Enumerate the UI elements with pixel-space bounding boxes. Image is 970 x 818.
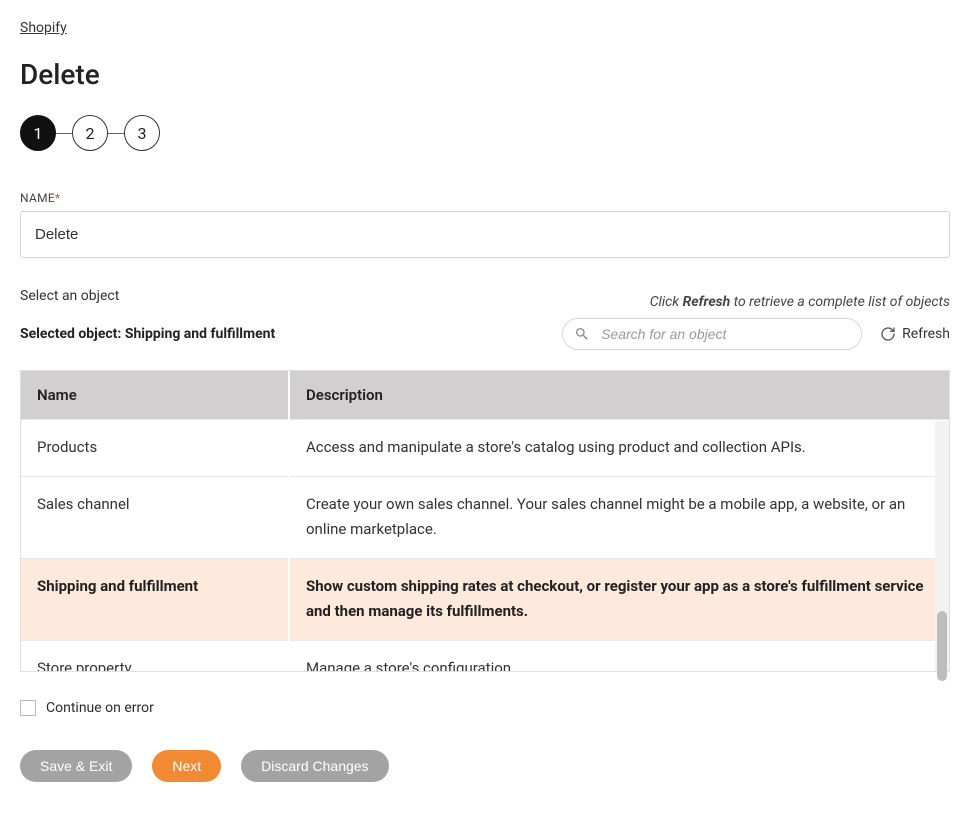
search-icon bbox=[574, 326, 590, 342]
refresh-button[interactable]: Refresh bbox=[880, 326, 950, 342]
select-object-label: Select an object bbox=[20, 288, 119, 304]
cell-name: Products bbox=[21, 420, 289, 477]
object-table: Name Description ProductsAccess and mani… bbox=[20, 370, 950, 672]
table-row[interactable]: Sales channelCreate your own sales chann… bbox=[21, 476, 949, 558]
cell-name: Sales channel bbox=[21, 476, 289, 558]
save-exit-button[interactable]: Save & Exit bbox=[20, 750, 132, 782]
stepper: 1 2 3 bbox=[20, 115, 950, 151]
refresh-helper-text: Click Refresh to retrieve a complete lis… bbox=[650, 294, 950, 310]
continue-on-error-label: Continue on error bbox=[46, 700, 154, 716]
cell-name: Shipping and fulfillment bbox=[21, 558, 289, 640]
cell-description: Access and manipulate a store's catalog … bbox=[289, 420, 949, 477]
step-connector bbox=[108, 133, 124, 134]
name-field-label: NAME* bbox=[20, 191, 950, 205]
breadcrumb-shopify[interactable]: Shopify bbox=[20, 20, 67, 36]
table-row[interactable]: ProductsAccess and manipulate a store's … bbox=[21, 420, 949, 477]
selected-object-label: Selected object: Shipping and fulfillmen… bbox=[20, 326, 275, 342]
page-title: Delete bbox=[20, 58, 950, 91]
table-row[interactable]: Shipping and fulfillmentShow custom ship… bbox=[21, 558, 949, 640]
step-connector bbox=[56, 133, 72, 134]
step-1[interactable]: 1 bbox=[20, 115, 56, 151]
cell-name: Store property bbox=[21, 640, 289, 671]
column-header-description: Description bbox=[289, 371, 949, 420]
search-input[interactable] bbox=[562, 318, 862, 350]
scrollbar-track[interactable] bbox=[935, 421, 949, 671]
table-scroll-area[interactable]: Name Description ProductsAccess and mani… bbox=[21, 371, 949, 671]
name-input[interactable] bbox=[20, 211, 950, 258]
refresh-label: Refresh bbox=[902, 326, 950, 342]
continue-on-error-checkbox[interactable] bbox=[20, 700, 36, 716]
next-button[interactable]: Next bbox=[152, 750, 221, 782]
cell-description: Manage a store's configuration. bbox=[289, 640, 949, 671]
discard-changes-button[interactable]: Discard Changes bbox=[241, 750, 388, 782]
column-header-name: Name bbox=[21, 371, 289, 420]
cell-description: Create your own sales channel. Your sale… bbox=[289, 476, 949, 558]
step-3[interactable]: 3 bbox=[124, 115, 160, 151]
step-2[interactable]: 2 bbox=[72, 115, 108, 151]
cell-description: Show custom shipping rates at checkout, … bbox=[289, 558, 949, 640]
scrollbar-thumb[interactable] bbox=[937, 611, 947, 681]
table-row[interactable]: Store propertyManage a store's configura… bbox=[21, 640, 949, 671]
refresh-icon bbox=[880, 326, 896, 342]
